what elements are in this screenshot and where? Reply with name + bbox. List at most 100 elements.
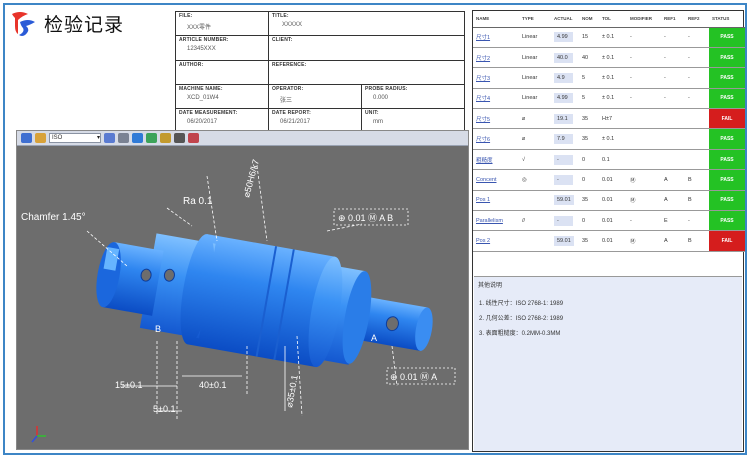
remarks-panel: 其他说明 1. 线性尺寸：ISO 2768-1: 1989 2. 几何公差：IS… (474, 276, 742, 451)
datum-b-label: B (155, 324, 161, 334)
feature-name-link[interactable]: 尺寸5 (473, 108, 519, 130)
table-row[interactable]: Parallelism//-0 0.01- E - PASS (473, 210, 745, 232)
table-row[interactable]: Pos 1 59.01 35 0.01 Ⓜ A B PASS (473, 190, 745, 212)
ref1-cell: - (661, 27, 685, 48)
status-text: PASS (709, 88, 745, 108)
nom-cell: 0 (579, 210, 599, 232)
actual-value-text: 19.1 (554, 113, 573, 124)
ref1-cell: E (661, 210, 685, 232)
author-cell: AUTHOR: (175, 60, 269, 85)
status-text: FAIL (709, 231, 745, 251)
ref1-cell: A (661, 190, 685, 212)
section-icon[interactable] (174, 133, 185, 143)
tol-cell: ± 0.1 (599, 67, 627, 89)
ref1-cell: - (661, 47, 685, 69)
feature-name-link[interactable]: 尺寸1 (473, 27, 519, 48)
actual-value: 40.0 (551, 47, 579, 69)
feature-name-link[interactable]: 尺寸6 (473, 128, 519, 150)
actual-value-text: 40.0 (554, 52, 573, 63)
reference-cell: REFERENCE: (267, 60, 466, 85)
actual-value-text: 59.01 (554, 236, 574, 247)
actual-value-text: 4.9 (554, 72, 573, 83)
status-text: PASS (709, 47, 745, 67)
modifier-cell: - (627, 88, 661, 110)
roughness-label: Ra 0.1 (183, 196, 213, 207)
play-icon[interactable] (118, 133, 129, 143)
markup-icon[interactable] (188, 133, 199, 143)
actual-value: - (551, 149, 579, 171)
ref1-cell: - (661, 88, 685, 110)
article-cell: ARTICLE NUMBER: 12345XXX (175, 35, 269, 61)
modifier-cell (627, 128, 661, 150)
feature-name-link[interactable]: 尺寸2 (473, 47, 519, 69)
modifier-cell (627, 108, 661, 130)
table-row[interactable]: 尺寸2 Linear 40.0 40 ± 0.1- - - PASS (473, 47, 745, 69)
viewer-toolbar: ISO ▾ (17, 131, 468, 146)
cad-3d-model: Chamfer 1.45° Ra 0.1 ⌀50H6/k7 ⊕ 0.01 Ⓜ A… (21, 158, 456, 443)
ref1-cell: - (661, 67, 685, 89)
shading-icon[interactable] (146, 133, 157, 143)
view-select[interactable]: ISO ▾ (49, 133, 101, 143)
status-text: PASS (709, 170, 745, 190)
ref2-cell: - (685, 88, 709, 110)
table-row[interactable]: 尺寸3 Linear 4.9 5 ± 0.1- - - PASS (473, 67, 745, 89)
modifier-cell: - (627, 210, 661, 232)
tol-cell: ± 0.1 (599, 128, 627, 150)
page-title: 检验记录 (44, 14, 125, 36)
ref1-cell: A (661, 169, 685, 191)
table-row[interactable]: 尺寸1 Linear 4.99 15 ± 0.1- - - PASS (473, 27, 745, 48)
feature-name-link[interactable]: Pos 2 (473, 230, 519, 252)
table-row[interactable]: 尺寸4 Linear 4.99 5 ± 0.1- - - PASS (473, 88, 745, 110)
position-bottom-label: ⊕ 0.01 Ⓜ A (390, 372, 437, 382)
actual-value: 59.01 (551, 190, 579, 212)
feature-name-link[interactable]: 尺寸3 (473, 67, 519, 89)
cube-view-icon[interactable] (132, 133, 143, 143)
status-badge: PASS (709, 67, 745, 89)
table-row[interactable]: Concent ◎ -0 0.01 Ⓜ A B PASS (473, 169, 745, 191)
tol-cell: H±7 (599, 108, 627, 130)
measure-icon[interactable] (160, 133, 171, 143)
actual-value: 4.9 (551, 67, 579, 89)
table-row[interactable]: 尺寸6 ⌀ 7.9 35 ± 0.1 PASS (473, 128, 745, 150)
diameter-35-label: ⌀35±0.1 (284, 374, 300, 408)
tol-cell: 0.01 (599, 190, 627, 212)
type-cell (519, 190, 551, 212)
type-cell (519, 230, 551, 252)
ref2-cell (685, 149, 709, 171)
status-badge: PASS (709, 88, 745, 110)
ref1-cell: A (661, 230, 685, 252)
actual-value: - (551, 169, 579, 191)
table-row[interactable]: 粗糙度 √ -0 0.1 PASS (473, 149, 745, 171)
type-cell: ◎ (519, 169, 551, 191)
type-cell: Linear (519, 88, 551, 110)
modifier-cell: - (627, 67, 661, 89)
status-badge: PASS (709, 27, 745, 48)
column-header-actual: ACTUAL (551, 11, 579, 28)
home-view-icon[interactable] (35, 133, 46, 143)
render-mode-icon[interactable] (104, 133, 115, 143)
column-header-tol: TOL (599, 11, 627, 28)
feature-name-link[interactable]: 尺寸4 (473, 88, 519, 110)
remark-line: 2. 几何公差：ISO 2768-2: 1989 (479, 316, 564, 322)
feature-name-link[interactable]: 粗糙度 (473, 149, 519, 171)
diameter-top-label: ⌀50H6/k7 (241, 158, 261, 198)
table-row[interactable]: 尺寸5 ⌀ 19.1 35 H±7 FAIL (473, 108, 745, 130)
ref1-cell (661, 128, 685, 150)
feature-name-link[interactable]: Parallelism (473, 210, 519, 232)
navigate-arrows-icon[interactable] (21, 133, 32, 143)
chamfer-label: Chamfer 1.45° (21, 212, 86, 223)
nom-cell: 5 (579, 67, 599, 89)
cad-viewer[interactable]: ISO ▾ Chamfer 1.45° Ra 0.1 ⌀50H6/k7 ⊕ 0.… (16, 130, 469, 450)
actual-value: 7.9 (551, 128, 579, 150)
type-cell: Linear (519, 27, 551, 48)
actual-value: - (551, 210, 579, 232)
status-text: PASS (709, 27, 745, 47)
feature-name-link[interactable]: Pos 1 (473, 190, 519, 212)
actual-value-text: - (554, 174, 573, 185)
ref2-cell: B (685, 230, 709, 252)
table-row[interactable]: Pos 2 59.01 35 0.01 Ⓜ A B FAIL (473, 230, 745, 252)
remarks-title: 其他说明 (478, 283, 503, 289)
ref2-cell: - (685, 67, 709, 89)
feature-name-link[interactable]: Concent (473, 169, 519, 191)
type-cell: √ (519, 149, 551, 171)
